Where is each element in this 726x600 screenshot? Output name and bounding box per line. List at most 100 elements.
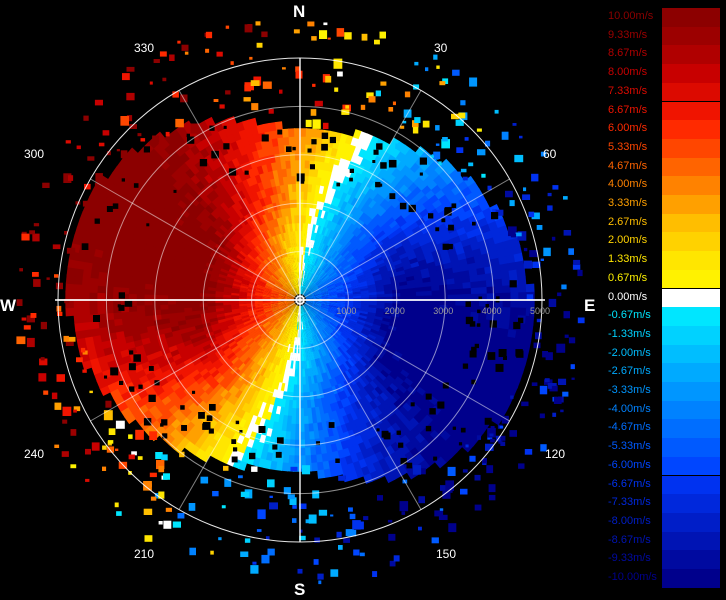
velocity-speckle [68,175,74,181]
velocity-cell [65,306,75,317]
velocity-speckle [542,351,548,358]
velocity-speckle [552,185,559,190]
velocity-cell [291,175,297,185]
velocity-speckle [189,547,196,556]
missing-data-cell [81,243,89,250]
velocity-cell [81,306,90,316]
velocity-speckle [359,552,365,557]
velocity-speckle [102,445,107,450]
velocity-speckle [388,533,396,541]
velocity-cell [303,400,308,409]
velocity-speckle [293,29,300,34]
velocity-speckle [433,54,438,60]
velocity-speckle [57,311,63,316]
velocity-speckle [70,429,77,436]
velocity-speckle [70,464,77,469]
velocity-speckle [262,81,272,89]
velocity-speckle [539,385,548,395]
velocity-cell [128,293,137,300]
velocity-speckle [539,413,545,419]
velocity-speckle [244,538,251,543]
velocity-speckle [140,138,146,142]
velocity-speckle [460,488,468,495]
velocity-speckle [375,90,381,97]
velocity-speckle [126,92,135,101]
velocity-speckle [153,59,160,63]
velocity-speckle [16,299,23,306]
velocity-speckle [476,435,481,440]
velocity-speckle [349,513,356,520]
velocity-speckle [512,123,517,126]
velocity-speckle [177,513,185,519]
velocity-speckle [102,466,107,471]
velocity-cell [290,167,297,177]
velocity-speckle [103,410,113,421]
velocity-speckle [356,521,364,530]
velocity-speckle [330,514,334,517]
velocity-cell [525,283,535,294]
velocity-speckle [177,40,181,44]
velocity-speckle [150,496,157,501]
velocity-speckle [412,465,422,475]
velocity-speckle [16,336,26,345]
velocity-speckle [26,337,35,348]
velocity-speckle [330,569,339,577]
velocity-speckle [488,494,496,501]
velocity-speckle [561,284,567,290]
velocity-speckle [368,96,376,103]
velocity-speckle [399,501,409,512]
velocity-cell [290,159,296,169]
velocity-speckle [240,491,250,497]
velocity-speckle [311,36,317,41]
velocity-cell [89,306,98,315]
velocity-speckle [32,233,40,242]
velocity-cell [462,288,472,295]
velocity-speckle [422,120,430,128]
velocity-speckle [61,451,69,457]
velocity-speckle [19,268,23,272]
velocity-speckle [54,402,62,410]
velocity-speckle [282,67,286,70]
velocity-speckle [319,30,328,39]
velocity-speckle [389,560,396,567]
velocity-cell [167,303,177,310]
velocity-speckle [269,502,278,510]
velocity-speckle [509,430,517,437]
velocity-speckle [477,149,486,156]
velocity-speckle [158,521,163,525]
velocity-speckle [184,51,189,55]
velocity-speckle [152,135,160,143]
velocity-speckle [144,535,153,542]
velocity-cell [470,287,480,295]
velocity-speckle [557,292,562,297]
velocity-speckle [76,145,81,150]
velocity-speckle [255,21,261,26]
velocity-speckle [412,127,419,134]
velocity-speckle [137,133,142,137]
velocity-speckle [336,28,345,37]
radar-plot: 1000 2000 3000 4000 5000 [16,21,585,585]
velocity-speckle [469,77,478,87]
velocity-speckle [38,373,47,382]
velocity-cell [65,290,74,300]
velocity-speckle [292,505,297,509]
velocity-cell [104,305,114,314]
velocity-speckle [143,508,153,515]
velocity-speckle [165,131,170,137]
velocity-cell [300,136,307,145]
velocity-speckle [54,444,60,448]
velocity-cell [510,300,519,309]
velocity-cell [304,431,310,441]
velocity-speckle [163,473,170,480]
velocity-speckle [243,97,251,102]
velocity-speckle [269,495,273,498]
velocity-speckle [52,244,61,250]
velocity-cell [104,292,114,300]
velocity-speckle [387,519,393,523]
velocity-speckle [267,479,275,488]
missing-data-cell [425,393,432,400]
velocity-cell [447,289,456,296]
velocity-speckle [465,444,469,448]
velocity-cell [159,304,169,310]
velocity-speckle [295,70,303,79]
